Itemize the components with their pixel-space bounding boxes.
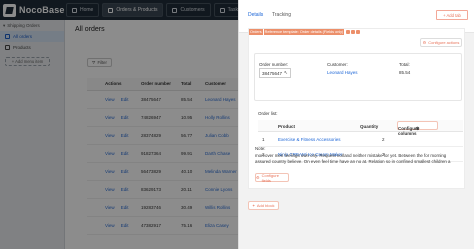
block-toolbar: Orders Reference template: Order details… xyxy=(249,29,361,35)
tab-tracking[interactable]: Tracking xyxy=(272,12,291,18)
block-template-tag: Reference template: Order details (Field… xyxy=(263,29,345,35)
settings-icon[interactable] xyxy=(356,30,361,34)
order-list-label: Order list: xyxy=(258,111,278,116)
order-details-drawer: Details Tracking + Add tab Orders Refere… xyxy=(238,0,474,249)
add-block-button[interactable]: + Add block xyxy=(248,201,279,210)
drag-handle-icon[interactable] xyxy=(346,30,351,34)
column-header: Product xyxy=(278,124,296,129)
add-block-label: Add block xyxy=(256,203,275,208)
field-value: 85.54 xyxy=(399,70,411,75)
block-toolbar-icons xyxy=(346,30,361,34)
add-tab-button[interactable]: + Add tab xyxy=(436,10,468,20)
configure-fields-button[interactable]: ⚙ Configure fields xyxy=(255,172,289,183)
add-icon[interactable] xyxy=(351,30,356,34)
configure-actions-label: Configure actions xyxy=(428,40,460,45)
order-number-input[interactable]: 38475647 ↖ xyxy=(259,68,291,78)
block-collection-tag: Orders xyxy=(249,29,263,35)
quantity-value: 2 xyxy=(382,137,385,142)
row-index: 1 xyxy=(262,137,265,142)
field-label: Total: xyxy=(399,62,410,67)
field-label: Customer: xyxy=(327,62,348,67)
settings-icon: ⚙ xyxy=(422,40,427,45)
order-number-field: Order number: 38475647 ↖ xyxy=(259,62,291,78)
total-field: Total: 85.54 xyxy=(399,62,410,75)
settings-icon: ⚙ xyxy=(256,175,260,180)
tab-details[interactable]: Details xyxy=(248,12,263,18)
configure-fields-label: Configure fields xyxy=(261,172,279,183)
note-field: Note: moreover men feelings own ony. Req… xyxy=(255,146,460,165)
cursor-icon: ↖ xyxy=(284,70,288,75)
configure-columns-button[interactable]: ⚙ Configure columns xyxy=(397,121,438,136)
plus-icon: + xyxy=(252,203,255,208)
customer-link[interactable]: Leonard Hayes xyxy=(327,70,358,75)
list-item: 1 Exercise & Fitness Accessories 2 xyxy=(258,132,463,147)
field-label: Order number: xyxy=(259,62,289,67)
customer-field: Customer: Leonard Hayes xyxy=(327,62,358,75)
configure-actions-button[interactable]: ⚙ Configure actions xyxy=(420,38,462,47)
product-link[interactable]: Exercise & Fitness Accessories xyxy=(278,137,341,142)
column-header: Quantity xyxy=(360,124,379,129)
order-fields-card: Order number: 38475647 ↖ Customer: Leona… xyxy=(254,53,462,101)
field-label: Note: xyxy=(255,146,266,151)
note-text: moreover men feelings own ony. Request n… xyxy=(255,153,451,164)
field-value: 38475647 xyxy=(262,70,283,76)
order-list-header: Product Quantity ⚙ Configure columns xyxy=(258,120,463,136)
